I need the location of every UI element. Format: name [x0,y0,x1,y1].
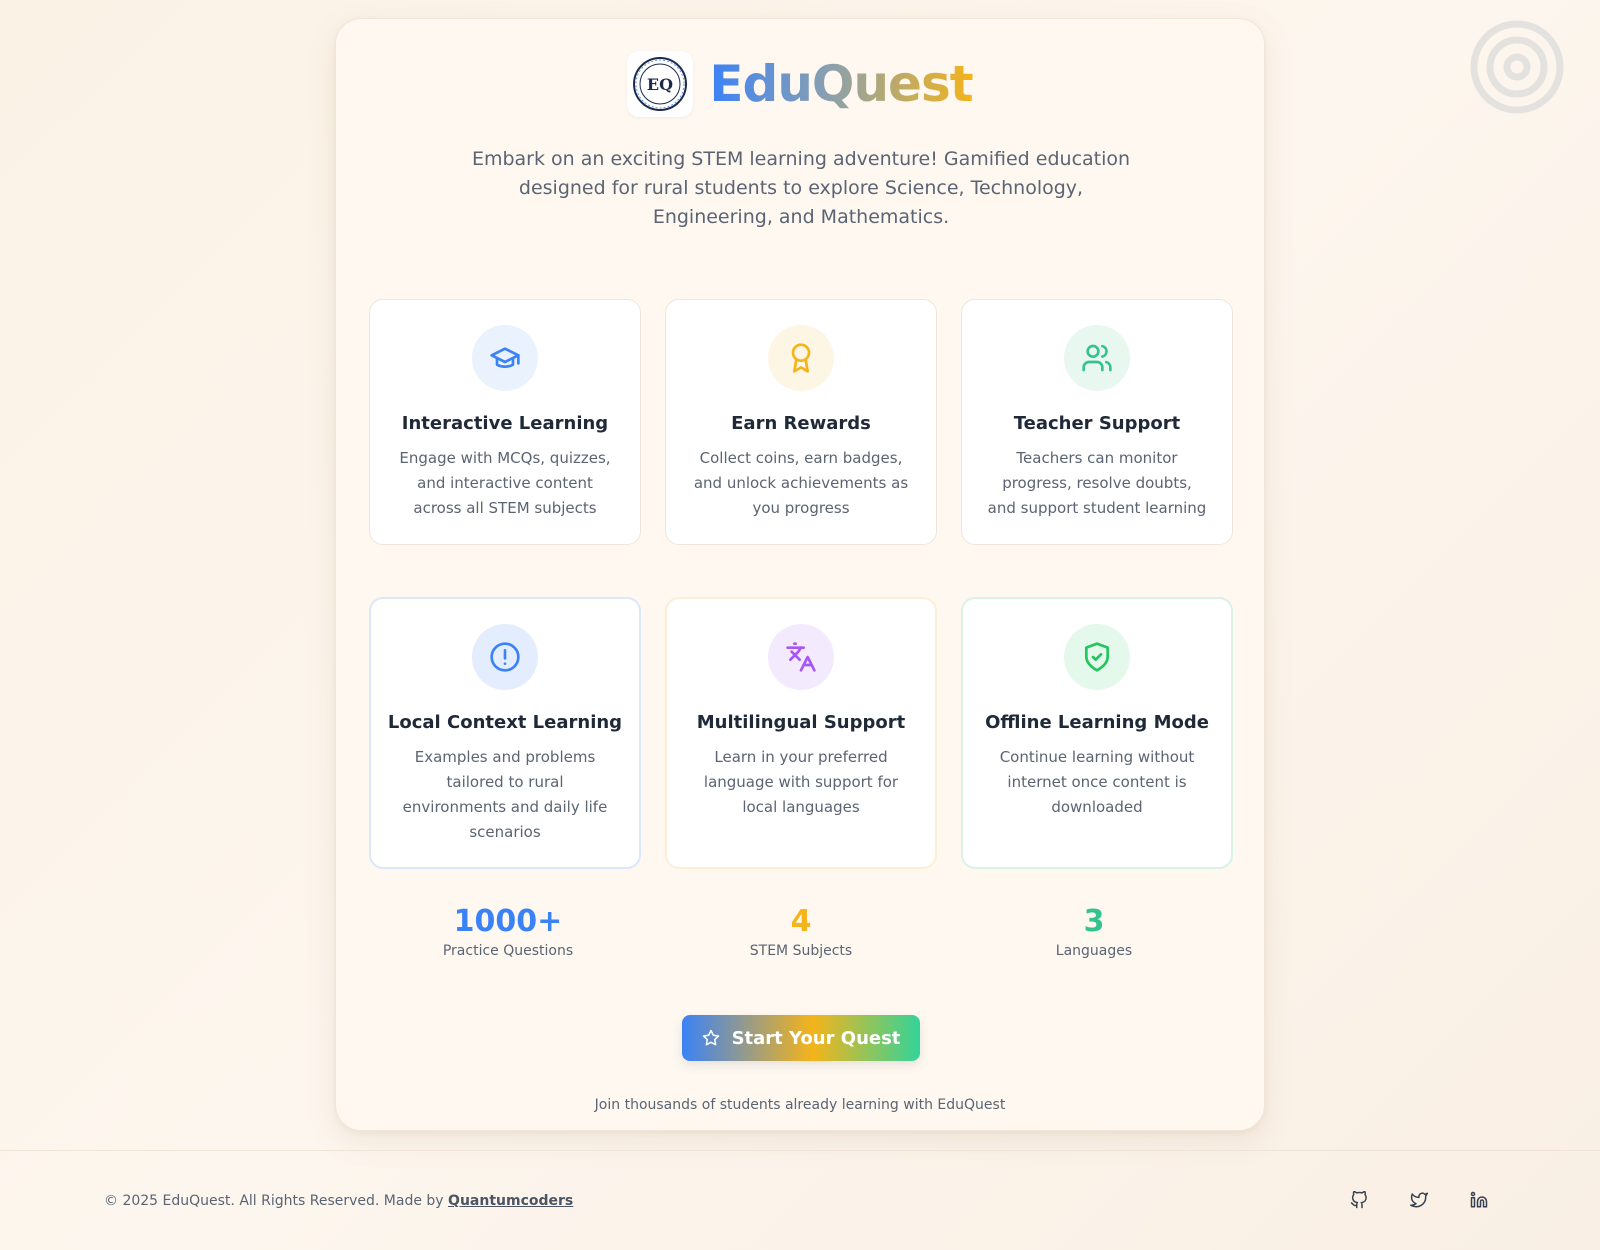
github-icon[interactable] [1350,1191,1370,1211]
twitter-icon[interactable] [1410,1191,1430,1211]
feature-title: Offline Learning Mode [985,712,1209,733]
stats-row: 1000+ Practice Questions 4 STEM Subjects… [336,904,1264,984]
languages-icon [768,624,834,690]
stat-label: Languages [1055,943,1133,959]
graduation-cap-icon [472,325,538,391]
stat-languages: 3 Languages [984,904,1204,959]
logo-seal-icon: EQ [633,57,688,111]
feature-card-offline-learning-mode: Offline Learning Mode Continue learning … [961,597,1233,869]
linkedin-icon[interactable] [1470,1191,1490,1211]
stat-label: STEM Subjects [749,943,853,959]
feature-description: Engage with MCQs, quizzes, and interacti… [399,449,611,517]
footer: © 2025 EduQuest. All Rights Reserved. Ma… [0,1150,1600,1250]
star-icon [702,1029,719,1046]
stat-value: 4 [790,904,812,939]
copyright-text: © 2025 EduQuest. All Rights Reserved. Ma… [104,1193,444,1209]
feature-title: Earn Rewards [731,413,871,434]
feature-title: Teacher Support [1013,413,1181,434]
brand-name: EduQuest [709,55,973,113]
start-quest-label: Start Your Quest [731,1027,901,1049]
social-links [1350,1191,1490,1211]
stat-value: 3 [1083,904,1105,939]
logo-text: EQ [647,75,673,94]
feature-description: Examples and problems tailored to rural … [402,748,608,841]
brand-header: EQ EduQuest [336,51,1264,117]
feature-description: Learn in your preferred language with su… [703,748,899,816]
alert-circle-icon [472,624,538,690]
feature-title: Interactive Learning [401,413,609,434]
feature-title: Multilingual Support [696,712,906,733]
users-icon [1064,325,1130,391]
copyright: © 2025 EduQuest. All Rights Reserved. Ma… [104,1193,573,1209]
shield-check-icon [1064,624,1130,690]
welcome-card: EQ EduQuest Embark on an exciting STEM l… [335,18,1265,1131]
feature-description: Continue learning without internet once … [999,748,1195,816]
stat-stem-subjects: 4 STEM Subjects [691,904,911,959]
author-link[interactable]: Quantumcoders [448,1193,573,1209]
stat-label: Practice Questions [442,943,574,959]
feature-card-multilingual-support: Multilingual Support Learn in your prefe… [665,597,937,869]
brand-logo: EQ [627,51,694,117]
feature-title: Local Context Learning [387,712,623,733]
target-icon [1470,20,1564,114]
tagline: Embark on an exciting STEM learning adve… [471,148,1131,228]
feature-card-teacher-support: Teacher Support Teachers can monitor pro… [961,299,1233,545]
stat-value: 1000+ [453,904,563,939]
award-icon [768,325,834,391]
stat-practice-questions: 1000+ Practice Questions [398,904,618,959]
feature-card-earn-rewards: Earn Rewards Collect coins, earn badges,… [665,299,937,545]
cta-subtext: Join thousands of students already learn… [594,1097,1006,1113]
feature-card-interactive-learning: Interactive Learning Engage with MCQs, q… [369,299,641,545]
feature-description: Collect coins, earn badges, and unlock a… [693,449,909,517]
feature-card-local-context-learning: Local Context Learning Examples and prob… [369,597,641,869]
start-quest-button[interactable]: Start Your Quest [682,1015,920,1061]
feature-description: Teachers can monitor progress, resolve d… [987,449,1207,517]
